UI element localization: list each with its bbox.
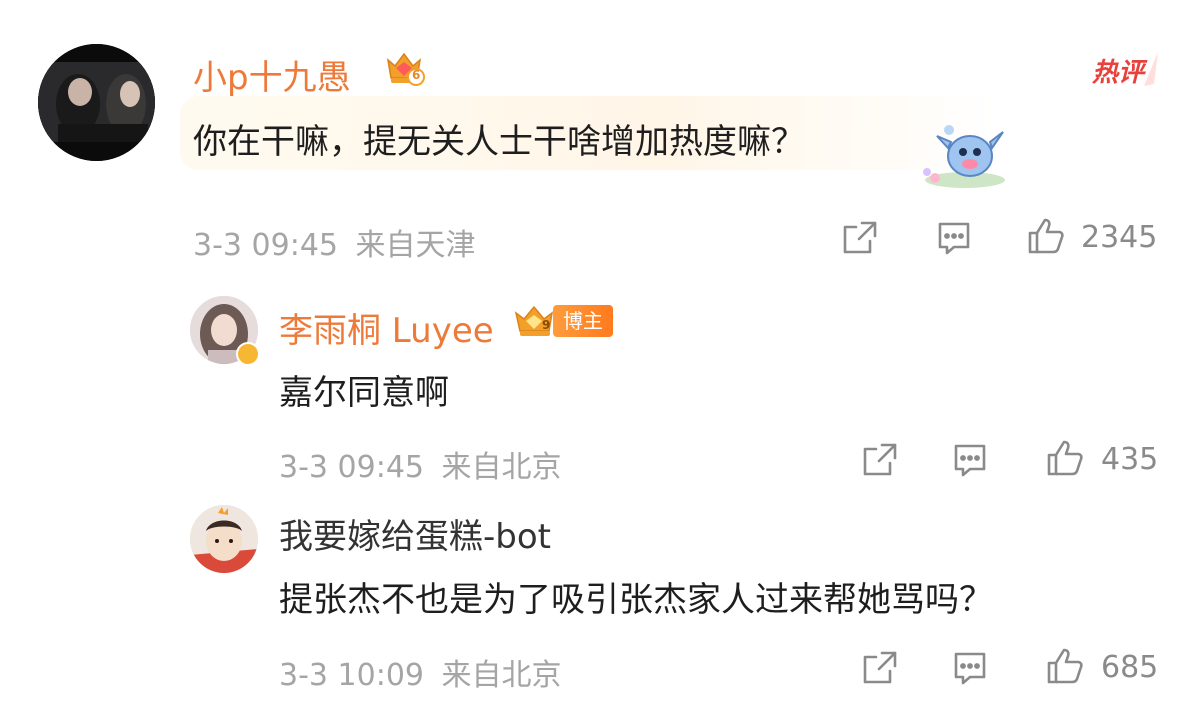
main-comment-username[interactable]: 小p十九愚 [193, 50, 351, 99]
thumbs-up-icon[interactable] [1045, 438, 1085, 478]
reply-timestamp: 3-3 10:09 [279, 658, 424, 693]
reply-timestamp: 3-3 09:45 [279, 450, 424, 485]
reply-meta: 3-3 09:45 来自北京 [279, 442, 562, 486]
share-icon[interactable] [860, 648, 900, 688]
share-icon[interactable] [840, 218, 880, 258]
reply-location: 来自北京 [441, 658, 562, 693]
reply-username[interactable]: 李雨桐 Luyee [279, 303, 494, 352]
reply-like-count: 685 [1101, 650, 1159, 685]
reply-text: 嘉尔同意啊 [279, 373, 449, 413]
comment-icon[interactable] [950, 440, 990, 480]
main-comment-location: 来自天津 [355, 228, 476, 263]
thumbs-up-icon[interactable] [1045, 646, 1085, 686]
reply-meta: 3-3 10:09 来自北京 [279, 650, 562, 694]
reply-like-count: 435 [1101, 442, 1159, 477]
main-comment-meta: 3-3 09:45 来自天津 [193, 220, 476, 264]
hot-badge-label: 热评 [1092, 58, 1145, 88]
comment-icon[interactable] [934, 218, 974, 258]
reply-location: 来自北京 [441, 450, 562, 485]
hot-comment-badge: 热评 [1090, 48, 1160, 88]
comment-icon[interactable] [950, 648, 990, 688]
reply-username[interactable]: 我要嫁给蛋糕-bot [279, 509, 551, 558]
vip-level: 6 [412, 68, 421, 82]
avatar-photo [190, 505, 258, 573]
reply-avatar[interactable] [190, 505, 258, 573]
share-icon[interactable] [860, 440, 900, 480]
blogger-tag: 博主 [553, 305, 613, 337]
vip-crown-icon: 6 [383, 46, 425, 88]
main-comment-timestamp: 3-3 09:45 [193, 228, 338, 263]
main-comment-like-count: 2345 [1081, 220, 1158, 255]
reply-text: 提张杰不也是为了吸引张杰家人过来帮她骂吗？ [279, 580, 993, 620]
verified-badge-icon [236, 342, 260, 366]
thumbs-up-icon[interactable] [1026, 216, 1066, 256]
avatar-photo [38, 44, 155, 161]
vip-crown-icon: 9 [514, 301, 558, 341]
main-comment-avatar[interactable] [38, 44, 155, 161]
stitch-sticker-icon [915, 120, 1015, 190]
main-comment-text: 你在干嘛，提无关人士干啥增加热度嘛？ [193, 122, 805, 162]
vip-level: 9 [542, 318, 551, 332]
